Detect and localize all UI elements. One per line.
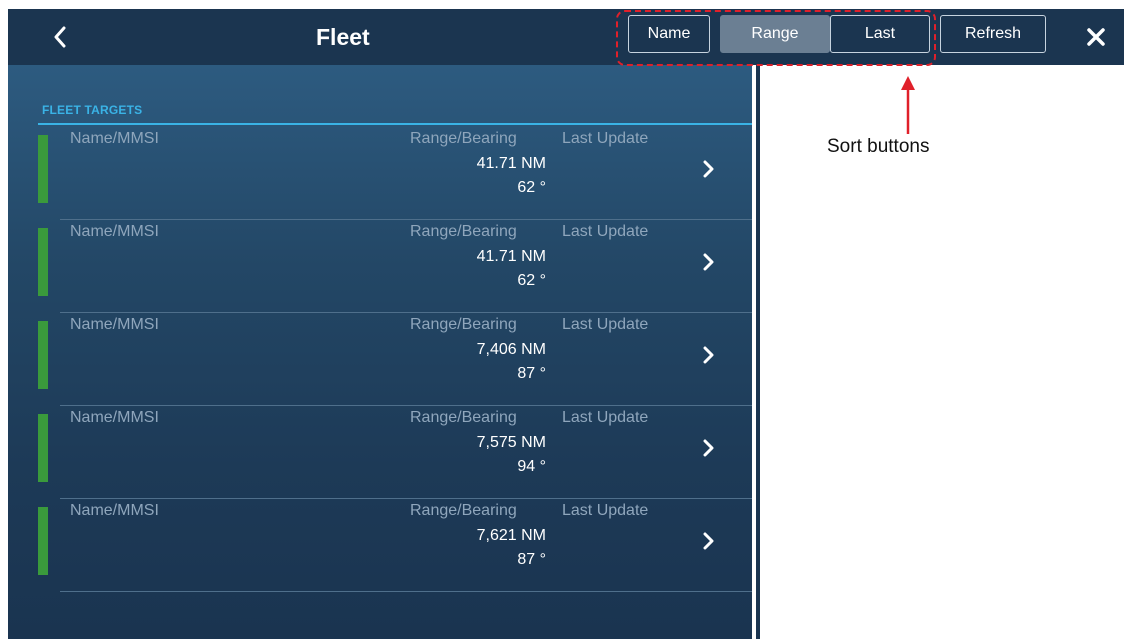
range-value: 41.71 NM [476, 248, 546, 265]
range-value: 41.71 NM [476, 155, 546, 172]
chevron-right-icon [703, 160, 714, 178]
name-label: Name/MMSI [70, 409, 159, 426]
target-row[interactable]: Name/MMSI Range/Bearing Last Update 41.7… [38, 127, 752, 220]
last-update-label: Last Update [562, 502, 649, 519]
chevron-right-icon [703, 253, 714, 271]
fleet-panel: FLEET TARGETS Name/MMSI Range/Bearing La… [8, 65, 752, 639]
target-row[interactable]: Name/MMSI Range/Bearing Last Update 7,57… [38, 406, 752, 499]
close-button[interactable] [1080, 21, 1112, 53]
chevron-right-icon [703, 532, 714, 550]
callout-label: Sort buttons [827, 136, 930, 157]
bearing-value: 87 ° [517, 551, 546, 568]
status-indicator [38, 507, 48, 575]
status-indicator [38, 321, 48, 389]
close-icon [1087, 28, 1105, 46]
status-indicator [38, 414, 48, 482]
row-open-button[interactable] [702, 438, 716, 458]
panel-edge [756, 65, 760, 639]
bearing-value: 94 ° [517, 458, 546, 475]
range-bearing-label: Range/Bearing [410, 223, 517, 240]
refresh-button[interactable]: Refresh [940, 15, 1046, 53]
section-title: FLEET TARGETS [42, 103, 143, 117]
row-divider [60, 591, 752, 592]
name-label: Name/MMSI [70, 502, 159, 519]
row-open-button[interactable] [702, 345, 716, 365]
range-bearing-label: Range/Bearing [410, 409, 517, 426]
back-button[interactable] [48, 21, 72, 53]
status-indicator [38, 135, 48, 203]
bearing-value: 62 ° [517, 179, 546, 196]
range-bearing-label: Range/Bearing [410, 316, 517, 333]
name-label: Name/MMSI [70, 223, 159, 240]
last-update-label: Last Update [562, 130, 649, 147]
row-open-button[interactable] [702, 159, 716, 179]
range-value: 7,575 NM [476, 434, 546, 451]
last-update-label: Last Update [562, 316, 649, 333]
range-bearing-label: Range/Bearing [410, 502, 517, 519]
last-update-label: Last Update [562, 223, 649, 240]
target-row[interactable]: Name/MMSI Range/Bearing Last Update 41.7… [38, 220, 752, 313]
chevron-right-icon [703, 346, 714, 364]
chevron-right-icon [703, 439, 714, 457]
range-value: 7,406 NM [476, 341, 546, 358]
name-label: Name/MMSI [70, 316, 159, 333]
section-divider [38, 123, 752, 125]
status-indicator [38, 228, 48, 296]
range-bearing-label: Range/Bearing [410, 130, 517, 147]
bearing-value: 62 ° [517, 272, 546, 289]
target-row[interactable]: Name/MMSI Range/Bearing Last Update 7,40… [38, 313, 752, 406]
bearing-value: 87 ° [517, 365, 546, 382]
sort-buttons-callout [616, 10, 936, 66]
target-row[interactable]: Name/MMSI Range/Bearing Last Update 7,62… [38, 499, 752, 592]
page-title: Fleet [316, 24, 370, 50]
top-bar: Fleet Name Range Last Refresh [8, 9, 1124, 65]
range-value: 7,621 NM [476, 527, 546, 544]
last-update-label: Last Update [562, 409, 649, 426]
chevron-left-icon [54, 26, 66, 48]
name-label: Name/MMSI [70, 130, 159, 147]
up-arrow-icon [901, 76, 915, 134]
row-open-button[interactable] [702, 531, 716, 551]
row-open-button[interactable] [702, 252, 716, 272]
